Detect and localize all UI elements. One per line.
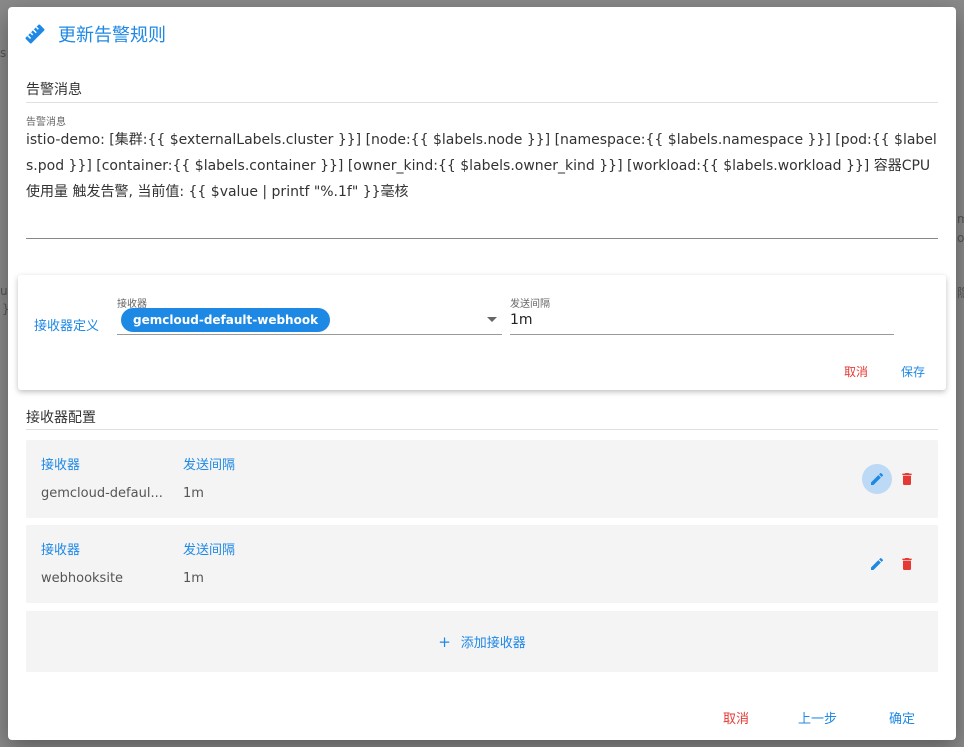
- confirm-button[interactable]: 确定: [889, 708, 915, 727]
- receiver-config-heading: 接收器配置: [26, 410, 96, 426]
- message-section-divider: [26, 102, 938, 103]
- pencil-icon: [871, 557, 884, 570]
- background-fragment: o: [957, 231, 964, 245]
- receiver-definition-label: 接收器定义: [34, 319, 100, 334]
- receiver-select[interactable]: [117, 334, 502, 335]
- add-receiver-button[interactable]: + 添加接收器: [26, 611, 938, 672]
- dialog-title: 更新告警规则: [58, 25, 166, 46]
- background-fragment: u: [0, 284, 8, 298]
- cancel-button[interactable]: 取消: [723, 708, 749, 727]
- background-fragment: m: [957, 212, 964, 226]
- textarea-underline: [26, 238, 938, 239]
- background-fragment: s: [0, 46, 7, 60]
- plus-icon: +: [438, 632, 451, 651]
- edit-receiver-button[interactable]: [862, 549, 892, 579]
- receiver-name: webhooksite: [41, 571, 124, 586]
- interval-column-label: 发送间隔: [183, 543, 236, 558]
- message-section-heading: 告警消息: [26, 82, 82, 98]
- delete-receiver-button[interactable]: [892, 549, 922, 579]
- receiver-row: 接收器 发送间隔 webhooksite 1m: [26, 525, 938, 603]
- trash-icon: [902, 558, 912, 570]
- chevron-down-icon[interactable]: [487, 317, 497, 322]
- delete-receiver-button[interactable]: [892, 464, 922, 494]
- receiver-interval: 1m: [183, 486, 204, 501]
- interval-caption: 发送间隔: [510, 299, 550, 310]
- alert-message-textarea[interactable]: istio-demo: [集群:{{ $externalLabels.clust…: [26, 127, 938, 205]
- receiver-column-label: 接收器: [41, 543, 81, 558]
- receiver-row: 接收器 发送间隔 gemcloud-defaul... 1m: [26, 440, 938, 518]
- dialog-header: 更新告警规则: [24, 21, 166, 47]
- trash-icon: [902, 473, 912, 485]
- edit-receiver-button[interactable]: [862, 464, 892, 494]
- add-receiver-label: 添加接收器: [460, 636, 526, 651]
- previous-step-button[interactable]: 上一步: [798, 708, 837, 727]
- interval-input[interactable]: 1m: [510, 312, 533, 328]
- receiver-interval: 1m: [183, 571, 204, 586]
- pencil-icon: [871, 472, 884, 485]
- receiver-config-divider: [26, 429, 938, 430]
- update-alert-rule-dialog: 更新告警规则 告警消息 告警消息 istio-demo: [集群:{{ $ext…: [8, 7, 956, 740]
- receiver-name: gemcloud-defaul...: [41, 486, 163, 501]
- receiver-cancel-button[interactable]: 取消: [844, 363, 868, 380]
- message-field-caption: 告警消息: [26, 117, 66, 128]
- receiver-save-button[interactable]: 保存: [901, 363, 925, 380]
- receiver-column-label: 接收器: [41, 458, 81, 473]
- ruler-icon: [24, 23, 46, 45]
- interval-input-underline: [510, 334, 894, 335]
- background-fragment: 隐: [957, 286, 964, 300]
- selected-receiver-chip[interactable]: gemcloud-default-webhook: [121, 308, 331, 332]
- interval-column-label: 发送间隔: [183, 458, 236, 473]
- receiver-editor-card: 接收器定义 接收器 gemcloud-default-webhook 发送间隔 …: [18, 275, 946, 390]
